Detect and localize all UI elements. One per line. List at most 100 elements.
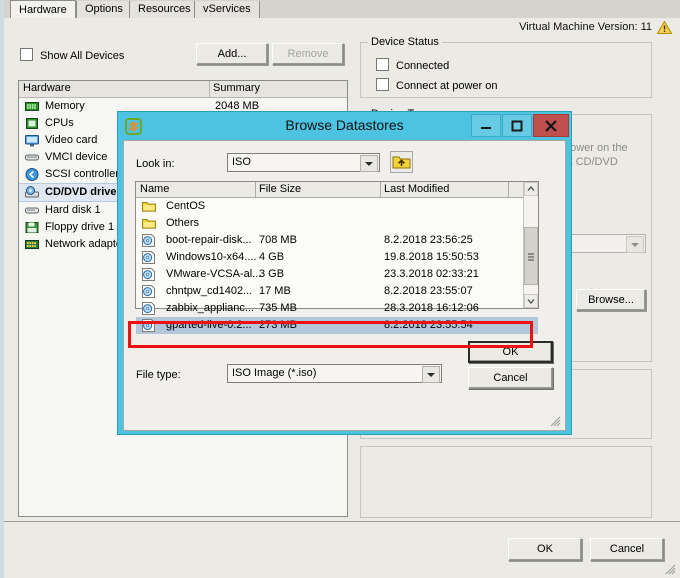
tab-vservices[interactable]: vServices [194,1,260,18]
dialog-client-area: Look in: ISO Name File Size Last Modifie… [123,140,566,431]
column-header-name[interactable]: Name [140,183,169,195]
file-list-scrollbar[interactable] [523,182,538,308]
scroll-down-icon[interactable] [524,294,538,308]
file-size: 3 GB [259,268,285,280]
file-modified: 8.2.2018 23:56:25 [384,234,473,246]
hardware-row-name: Floppy drive 1 [45,221,115,233]
file-name: Windows10-x64.... [166,251,257,263]
tab-hardware[interactable]: Hardware [10,0,76,18]
column-divider [209,81,210,97]
file-list-item[interactable]: gparted-live-0.2... 273 MB 8.2.2018 23:55:… [136,317,538,334]
iso-file-icon [142,285,156,298]
maximize-button[interactable] [502,114,532,137]
file-size: 708 MB [259,234,297,246]
file-modified: 8.2.2018 23:55:07 [384,285,473,297]
iso-file-icon [142,302,156,315]
file-name: chntpw_cd1402... [166,285,253,297]
file-modified: 28.3.2018 16:12:06 [384,302,479,314]
dialog-button-bar: OK Cancel [4,521,680,578]
connect-at-power-on-checkbox[interactable] [376,78,389,91]
scrollbar-thumb[interactable] [524,227,538,285]
show-all-devices-row[interactable]: Show All Devices [20,48,124,62]
file-list-item[interactable]: Windows10-x64.... 4 GB 19.8.2018 15:50:53 [136,249,538,266]
cd-dvd-drive-icon [25,186,39,199]
file-name: CentOS [166,200,206,212]
tab-strip: Hardware Options Resources vServices [4,0,680,19]
chevron-down-icon[interactable] [422,366,440,383]
remove-button: Remove [272,43,344,65]
device-type-hint-line-2: ct CD/DVD [564,156,618,168]
file-list-item[interactable]: CentOS [136,198,538,215]
column-divider [255,182,256,197]
iso-file-icon [142,319,156,332]
folder-icon [142,200,156,213]
look-in-label: Look in: [136,158,175,170]
column-divider [508,182,509,197]
ok-button[interactable]: OK [508,538,582,561]
look-in-combo[interactable]: ISO [227,153,380,172]
file-type-value: ISO Image (*.iso) [232,367,317,379]
file-list-item[interactable]: zabbix_applianc... 735 MB 28.3.2018 16:12:… [136,300,538,317]
browse-button[interactable]: Browse... [576,289,646,311]
cancel-button[interactable]: Cancel [590,538,664,561]
mode-group [360,446,652,518]
file-size: 17 MB [259,285,291,297]
file-list-header: Name File Size Last Modified [136,182,538,198]
column-header-hardware: Hardware [23,82,71,94]
add-button[interactable]: Add... [196,43,268,65]
file-list-item[interactable]: VMware-VCSA-al... 3 GB 23.3.2018 02:33:21 [136,266,538,283]
dialog-ok-button[interactable]: OK [468,341,553,363]
file-name: boot-repair-disk... [166,234,252,246]
warning-triangle-icon [656,20,673,34]
resize-grip-icon[interactable] [664,563,676,575]
connected-label: Connected [396,60,450,72]
scsi-controller-icon [25,168,39,181]
column-header-file-size[interactable]: File Size [259,183,301,195]
tab-options[interactable]: Options [76,1,132,18]
file-type-combo[interactable]: ISO Image (*.iso) [227,364,442,383]
connected-row[interactable]: Connected [376,58,449,72]
file-modified: 8.2.2018 23:55:54 [384,319,473,331]
file-name: VMware-VCSA-al... [166,268,262,280]
show-all-devices-label: Show All Devices [40,50,125,62]
vm-version-label: Virtual Machine Version: 11 [519,21,652,33]
scroll-up-icon[interactable] [524,182,538,196]
hardware-row-name: CD/DVD drive [45,186,117,198]
hardware-row-name: Video card [45,134,98,146]
dialog-title-bar[interactable]: Browse Datastores [118,112,571,140]
connect-at-power-on-label: Connect at power on [396,80,498,92]
file-type-label: File type: [136,369,181,381]
file-size: 735 MB [259,302,297,314]
dialog-cancel-button[interactable]: Cancel [468,367,553,389]
browse-datastores-dialog: Browse Datastores Look in: ISO Name File… [117,111,572,435]
iso-file-icon [142,234,156,247]
file-name: Others [166,217,200,229]
close-button[interactable] [533,114,569,137]
chevron-down-icon[interactable] [626,236,644,253]
file-list[interactable]: Name File Size Last Modified CentOS Other… [135,181,539,334]
hardware-row-name: Network adapter [45,238,126,250]
cpu-icon [25,117,39,130]
chevron-down-icon[interactable] [360,155,378,172]
file-list-item[interactable]: Others [136,215,538,232]
column-header-last-modified[interactable]: Last Modified [384,183,449,195]
look-in-value: ISO [232,156,251,168]
network-adapter-icon [25,238,39,251]
vmci-device-icon [25,151,39,164]
dialog-resize-grip-icon[interactable] [549,415,561,427]
show-all-devices-checkbox[interactable] [20,48,33,61]
device-status-title: Device Status [368,36,442,48]
connected-checkbox[interactable] [376,58,389,71]
hard-disk-icon [25,204,39,217]
up-one-level-button[interactable] [390,151,413,173]
folder-icon [142,217,156,230]
connect-at-power-on-row[interactable]: Connect at power on [376,78,498,92]
hardware-row-name: CPUs [45,117,74,129]
iso-file-icon [142,268,156,281]
file-size: 273 MB [259,319,297,331]
file-list-item[interactable]: boot-repair-disk... 708 MB 8.2.2018 23:56:… [136,232,538,249]
file-list-item[interactable]: chntpw_cd1402... 17 MB 8.2.2018 23:55:07 [136,283,538,300]
tab-resources[interactable]: Resources [129,1,200,18]
minimize-button[interactable] [471,114,501,137]
hardware-row-name: VMCI device [45,151,108,163]
